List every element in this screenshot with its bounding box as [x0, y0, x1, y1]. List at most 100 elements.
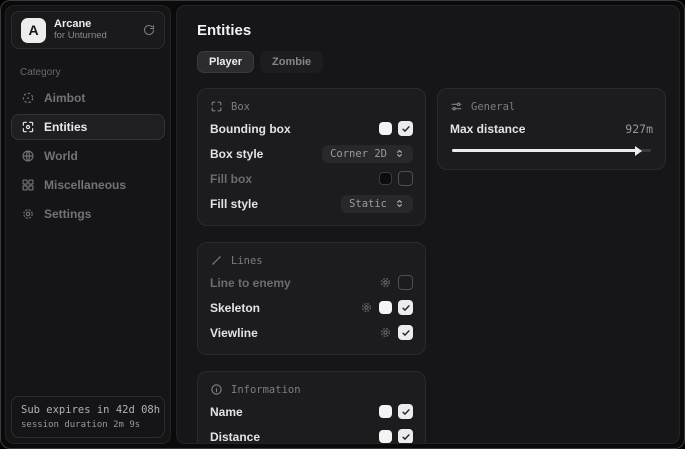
sync-icon[interactable]	[143, 24, 155, 36]
crosshair-icon	[21, 91, 35, 105]
viewline-controls	[379, 325, 413, 340]
bounding-box-label: Bounding box	[210, 122, 291, 136]
sidebar-item-world[interactable]: World	[11, 143, 165, 169]
fill-style-dropdown[interactable]: Static	[341, 195, 413, 213]
fill-box-checkbox[interactable]	[398, 171, 413, 186]
check-icon	[401, 407, 411, 417]
panels-content: Box Bounding box Box style	[190, 88, 666, 444]
fill-box-controls	[379, 171, 413, 186]
max-distance-slider[interactable]	[452, 149, 651, 152]
bounding-box-color-swatch[interactable]	[379, 122, 392, 135]
fill-style-controls: Static	[341, 195, 413, 213]
bounding-box-controls	[379, 121, 413, 136]
sidebar-item-entities[interactable]: Entities	[11, 114, 165, 140]
bounding-box-checkbox[interactable]	[398, 121, 413, 136]
layout-grid-icon	[21, 178, 35, 192]
sidebar-item-label: Aimbot	[44, 91, 85, 105]
max-distance-slider-fill	[452, 149, 637, 152]
sidebar-item-label: Settings	[44, 207, 91, 221]
box-style-label: Box style	[210, 147, 263, 161]
sidebar-item-settings[interactable]: Settings	[11, 201, 165, 227]
max-distance-label: Max distance	[450, 122, 525, 136]
max-distance-row: Max distance 927m	[450, 119, 653, 139]
sidebar-item-label: Entities	[44, 120, 87, 134]
sidebar-item-label: Miscellaneous	[44, 178, 126, 192]
skeleton-color-swatch[interactable]	[379, 301, 392, 314]
page-title: Entities	[197, 22, 666, 39]
fill-style-label: Fill style	[210, 197, 258, 211]
session-duration-text: session duration 2m 9s	[21, 420, 155, 430]
fill-style-row: Fill style Static	[210, 193, 413, 214]
line-to-enemy-label: Line to enemy	[210, 276, 291, 290]
name-color-swatch[interactable]	[379, 405, 392, 418]
brand-name: Arcane	[54, 18, 107, 31]
line-to-enemy-checkbox[interactable]	[398, 275, 413, 290]
fill-box-label: Fill box	[210, 172, 252, 186]
left-column: Box Bounding box Box style	[197, 88, 426, 444]
skeleton-row: Skeleton	[210, 297, 413, 318]
sliders-icon	[450, 100, 463, 113]
skeleton-checkbox[interactable]	[398, 300, 413, 315]
lines-panel-title: Lines	[231, 255, 263, 267]
general-panel-header: General	[450, 100, 653, 113]
line-to-enemy-controls	[379, 275, 413, 290]
tab-zombie[interactable]: Zombie	[260, 51, 323, 73]
brand-subtitle: for Unturned	[54, 31, 107, 42]
general-panel-title: General	[471, 101, 515, 113]
box-corners-icon	[210, 100, 223, 113]
max-distance-slider-thumb[interactable]	[635, 146, 642, 156]
sidebar: A Arcane for Unturned Category Aimbot	[5, 5, 171, 444]
sidebar-nav: Aimbot Entities World Miscellaneous	[6, 85, 170, 227]
distance-row: Distance	[210, 426, 413, 444]
main-area: Entities Player Zombie Box Bounding box	[176, 5, 680, 444]
lines-panel: Lines Line to enemy Skeleton	[197, 242, 426, 355]
skeleton-settings-gear-icon[interactable]	[360, 301, 373, 314]
name-row: Name	[210, 401, 413, 422]
bounding-box-row: Bounding box	[210, 118, 413, 139]
entity-tabs: Player Zombie	[197, 51, 666, 73]
scan-person-icon	[21, 120, 35, 134]
tab-player[interactable]: Player	[197, 51, 254, 73]
diagonal-line-icon	[210, 254, 223, 267]
category-label: Category	[20, 67, 156, 78]
viewline-settings-gear-icon[interactable]	[379, 326, 392, 339]
viewline-label: Viewline	[210, 326, 258, 340]
box-panel-header: Box	[210, 100, 413, 113]
app-window: A Arcane for Unturned Category Aimbot	[0, 0, 685, 449]
sub-expiry-text: Sub expires in 42d 08h	[21, 404, 155, 416]
line-to-enemy-settings-gear-icon[interactable]	[379, 276, 392, 289]
max-distance-value: 927m	[625, 122, 653, 136]
check-icon	[401, 432, 411, 442]
chevron-up-down-icon	[394, 198, 405, 209]
viewline-row: Viewline	[210, 322, 413, 343]
box-style-controls: Corner 2D	[322, 145, 413, 163]
box-style-value: Corner 2D	[330, 148, 387, 160]
skeleton-label: Skeleton	[210, 301, 260, 315]
chevron-up-down-icon	[394, 148, 405, 159]
fill-box-row: Fill box	[210, 168, 413, 189]
sidebar-item-label: World	[44, 149, 78, 163]
right-column: General Max distance 927m	[437, 88, 666, 170]
subscription-card: Sub expires in 42d 08h session duration …	[11, 396, 165, 438]
information-panel-title: Information	[231, 384, 301, 396]
distance-checkbox[interactable]	[398, 429, 413, 444]
gear-icon	[21, 207, 35, 221]
information-panel-header: Information	[210, 383, 413, 396]
sidebar-item-aimbot[interactable]: Aimbot	[11, 85, 165, 111]
viewline-checkbox[interactable]	[398, 325, 413, 340]
box-panel: Box Bounding box Box style	[197, 88, 426, 226]
check-icon	[401, 303, 411, 313]
line-to-enemy-row: Line to enemy	[210, 272, 413, 293]
sidebar-item-miscellaneous[interactable]: Miscellaneous	[11, 172, 165, 198]
name-checkbox[interactable]	[398, 404, 413, 419]
brand-text: Arcane for Unturned	[54, 18, 107, 42]
brand-logo: A	[21, 18, 46, 43]
skeleton-controls	[360, 300, 413, 315]
general-panel: General Max distance 927m	[437, 88, 666, 170]
fill-style-value: Static	[349, 198, 387, 210]
distance-color-swatch[interactable]	[379, 430, 392, 443]
lines-panel-header: Lines	[210, 254, 413, 267]
fill-box-color-swatch[interactable]	[379, 172, 392, 185]
check-icon	[401, 124, 411, 134]
box-style-dropdown[interactable]: Corner 2D	[322, 145, 413, 163]
